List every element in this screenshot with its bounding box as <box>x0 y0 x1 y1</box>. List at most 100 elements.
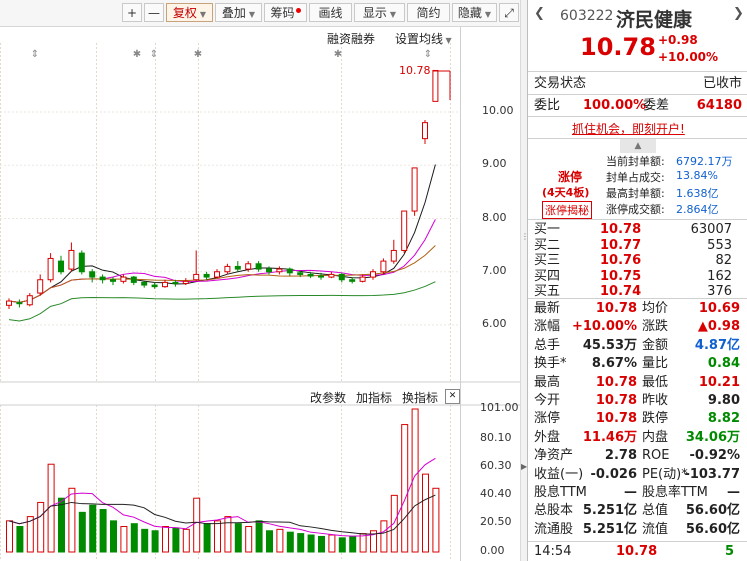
candle <box>37 274 44 296</box>
candle <box>276 266 283 275</box>
candle <box>255 261 262 272</box>
stat-label: 跌停 <box>642 411 669 427</box>
stat-value: — <box>727 485 740 500</box>
prev-stock-icon[interactable]: ❮ <box>534 6 545 21</box>
close-icon[interactable]: ✕ <box>445 389 460 404</box>
weibi-label: 委比 <box>534 98 561 113</box>
next-stock-icon[interactable]: ❯ <box>733 6 744 21</box>
switch-indicator-button[interactable]: 换指标 <box>402 389 438 406</box>
stat-row: 总股本 5.251亿 总值 56.60亿 <box>528 502 747 520</box>
stat-row: 流通股 5.251亿 流值 56.60亿 <box>528 521 747 539</box>
change-params-button[interactable]: 改参数 <box>310 389 346 406</box>
price-axis-tick: 8.00 <box>482 210 507 224</box>
event-marker-icon: ⇕ <box>424 49 432 60</box>
volume-bar <box>214 520 221 553</box>
change-pct: +10.00% <box>658 50 719 64</box>
volume-bar <box>234 523 242 553</box>
stat-value: 8.67% <box>591 356 637 372</box>
xianshi-dropdown[interactable]: 显示 ▼ <box>354 3 405 22</box>
candle <box>47 253 54 283</box>
stat-value: ▲0.98 <box>697 319 740 335</box>
zoom-out-button[interactable]: — <box>144 3 164 22</box>
candle <box>120 274 127 284</box>
volume-bar <box>276 528 284 553</box>
stat-value: -0.026 <box>590 466 637 482</box>
last-price: 10.78 <box>580 33 656 61</box>
weibi-value: 100.00% <box>583 98 647 113</box>
stat-label: 总股本 <box>534 503 574 519</box>
volume-bar <box>141 528 149 553</box>
stat-row: 最高 10.78 最低 10.21 <box>528 374 747 392</box>
volume-bar <box>432 487 440 553</box>
stat-row: 涨幅 +10.00% 涨跌 ▲0.98 <box>528 318 747 336</box>
candle <box>432 69 439 102</box>
volume-bar <box>6 520 13 553</box>
volume-bar <box>110 520 117 553</box>
ma-settings-dropdown[interactable]: 设置均线 ▼ <box>395 30 452 47</box>
quote-panel: ❮ 603222 济民健康 ❯ 10.78 +0.98 +10.00% 交易状态… <box>527 0 747 561</box>
last-price-tag: 10.78 <box>399 64 431 77</box>
stock-name: 济民健康 <box>616 9 693 31</box>
volume-bar <box>130 523 138 553</box>
stat-value: — <box>624 485 637 500</box>
volume-bar <box>380 520 388 553</box>
stat-value: 56.60亿 <box>685 521 740 537</box>
zt-row-label: 当前封单额: <box>606 155 665 168</box>
zt-row-label: 涨停成交额: <box>606 203 665 216</box>
volume-bar <box>390 494 398 553</box>
stat-value: 11.46万 <box>582 429 637 445</box>
zt-row-value: 6792.17万 <box>676 155 733 168</box>
stock-code: 603222 <box>560 8 614 24</box>
chart-toolbar: + — 复权 ▼ 叠加 ▼ 筹码 画线 显示 ▼ 简约 隐藏 ▼ ⤢ <box>0 0 524 27</box>
add-indicator-button[interactable]: 加指标 <box>356 389 392 406</box>
diejia-dropdown[interactable]: 叠加 ▼ <box>215 3 262 22</box>
stat-label: 总手 <box>534 337 561 353</box>
fuquan-dropdown[interactable]: 复权 ▼ <box>166 3 213 22</box>
yincang-dropdown[interactable]: 隐藏 ▼ <box>452 3 497 22</box>
zt-row-label: 封单占成交: <box>606 171 665 184</box>
candle <box>328 271 335 279</box>
stat-label: PE(动)* <box>642 466 688 482</box>
stat-row: 净资产 2.78 ROE -0.92% <box>528 447 747 465</box>
zoom-in-button[interactable]: + <box>122 3 142 22</box>
stat-value: 10.69 <box>698 301 740 316</box>
stat-label: 今开 <box>534 393 561 408</box>
volume-axis-tick: 80.10 <box>480 430 512 444</box>
zt-title: 涨停 <box>558 170 583 184</box>
kline-chart[interactable]: ⇕ ✱ ⇕ ✱ ✱ ⇕ 融资融券 设置均线 ▼ 10.78 10.00 9.00 8.00 7.… <box>0 27 520 561</box>
volume-bar <box>266 530 273 553</box>
volume-bar <box>255 520 263 553</box>
change-value: +0.98 <box>658 33 698 47</box>
promo-link[interactable]: 抓住机会，即刻开户! <box>572 120 685 137</box>
stat-value: 10.78 <box>595 374 637 390</box>
candle <box>130 276 137 286</box>
chevron-down-icon: ▼ <box>248 10 256 19</box>
chouma-button[interactable]: 筹码 <box>264 3 307 22</box>
volume-bar <box>224 516 232 553</box>
expand-icon[interactable]: ⤢ <box>499 3 519 22</box>
volume-bar <box>172 527 180 553</box>
stat-label: 量比 <box>642 356 669 372</box>
stat-value: -0.92% <box>689 448 741 464</box>
volume-bar <box>401 424 409 553</box>
volume-bar <box>203 523 211 553</box>
rzrq-button[interactable]: 融资融券 <box>327 30 375 47</box>
stat-label: 均价 <box>642 301 669 316</box>
candle <box>110 277 116 286</box>
volume-bar <box>297 533 305 553</box>
notification-dot <box>295 8 301 13</box>
jianyue-button[interactable]: 简约 <box>407 3 450 22</box>
huaxian-button[interactable]: 画线 <box>309 3 352 22</box>
collapse-up-icon[interactable]: ▲ <box>620 139 656 153</box>
tick-time: 14:54 <box>534 544 572 559</box>
stat-label: 换手* <box>534 356 567 372</box>
tick-price: 10.78 <box>616 544 658 559</box>
stat-label: 涨幅 <box>534 319 561 335</box>
stat-row: 最新 10.78 均价 10.69 <box>528 300 747 318</box>
volume-bar <box>193 497 201 553</box>
candle <box>338 272 345 283</box>
zt-reveal-button[interactable]: 涨停揭秘 <box>542 201 592 219</box>
volume-bar <box>151 530 159 553</box>
stat-label: 总值 <box>642 503 669 519</box>
candle <box>214 269 220 279</box>
